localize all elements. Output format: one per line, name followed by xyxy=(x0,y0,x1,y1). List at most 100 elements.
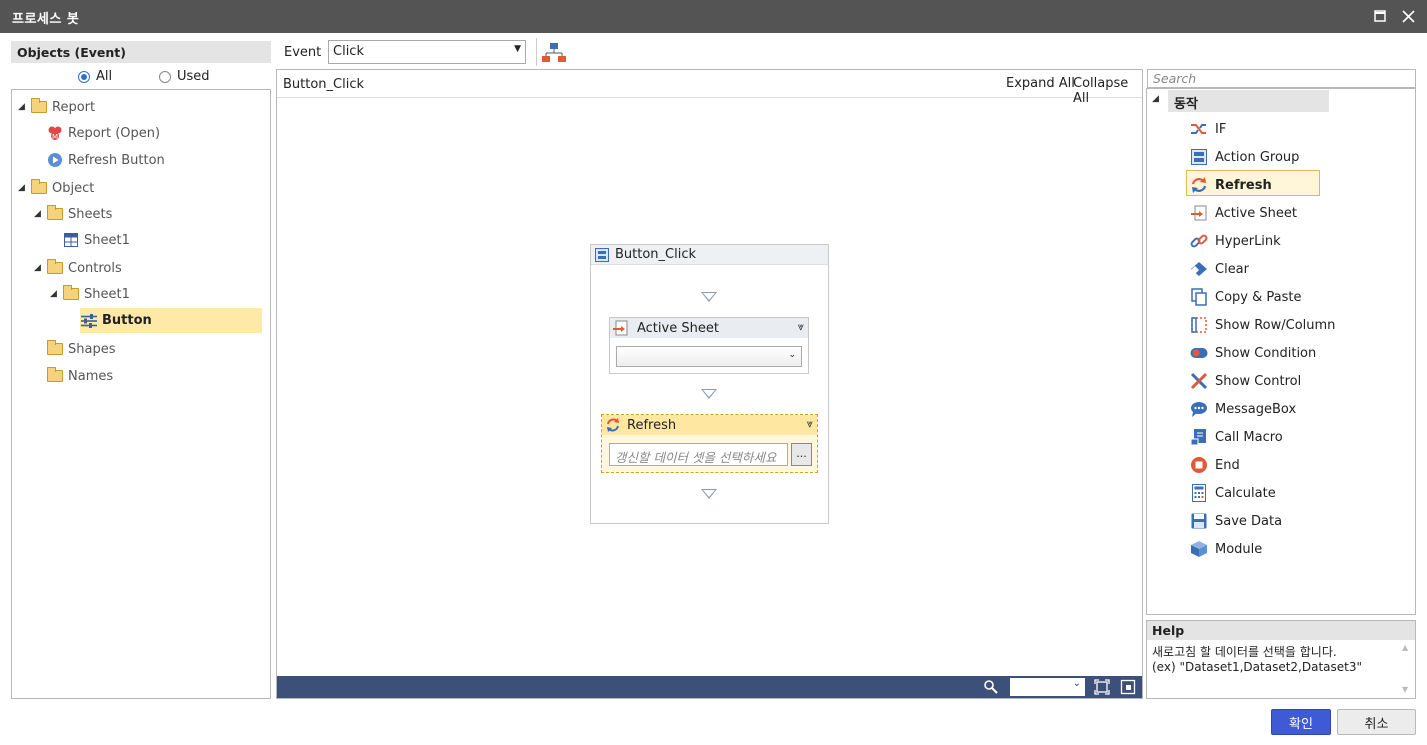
expand-all-link[interactable]: Expand All xyxy=(1006,76,1075,91)
active-sheet-select[interactable]: ⌄ xyxy=(616,346,802,367)
folder-icon xyxy=(46,340,64,357)
tree-item-report[interactable]: ◢ Report xyxy=(18,96,95,118)
tree-item-report-open[interactable]: M Report (Open) xyxy=(46,122,160,144)
radio-used[interactable]: Used xyxy=(159,69,210,84)
ok-button[interactable]: 확인 xyxy=(1271,709,1331,735)
action-calculate[interactable]: Calculate xyxy=(1189,481,1276,505)
link-icon xyxy=(1189,232,1209,250)
toolbar-divider xyxy=(536,38,537,66)
action-show-row-column[interactable]: Show Row/Column xyxy=(1189,313,1335,337)
svg-text:M: M xyxy=(52,133,58,141)
title-bar: 프로세스 봇 xyxy=(0,0,1427,33)
step-active-sheet-header: Active Sheet ⩔ xyxy=(610,318,808,338)
action-action-group[interactable]: Action Group xyxy=(1189,145,1299,169)
zoom-icon[interactable] xyxy=(983,679,999,698)
double-chevron-icon[interactable]: ⩔ xyxy=(798,320,804,334)
flowchart-icon[interactable] xyxy=(542,42,566,67)
action-save-data[interactable]: Save Data xyxy=(1189,509,1282,533)
close-icon[interactable] xyxy=(1398,6,1418,26)
tree-item-controls-sheet1[interactable]: ◢ Sheet1 xyxy=(50,283,130,305)
folder-icon xyxy=(46,205,64,222)
message-icon xyxy=(1189,400,1209,418)
active-sheet-icon xyxy=(613,320,629,336)
action-refresh[interactable]: Refresh xyxy=(1189,173,1272,197)
branch-icon xyxy=(1189,120,1209,138)
flow-arrow-icon xyxy=(701,389,717,399)
cancel-button[interactable]: 취소 xyxy=(1337,709,1416,735)
flow-container[interactable] xyxy=(590,244,829,524)
active-sheet-title: Active Sheet xyxy=(637,320,719,336)
canvas-header: Button_Click Expand All Collapse All xyxy=(277,70,1142,106)
event-select[interactable]: Click ▼ xyxy=(328,40,526,64)
radio-all-indicator[interactable] xyxy=(78,70,90,83)
action-hyperlink[interactable]: HyperLink xyxy=(1189,229,1281,253)
actual-size-icon[interactable] xyxy=(1120,679,1136,698)
action-if[interactable]: IF xyxy=(1189,117,1226,141)
action-active-sheet[interactable]: Active Sheet xyxy=(1189,201,1297,225)
flow-arrow-icon xyxy=(701,292,717,302)
tree-item-refresh-button[interactable]: Refresh Button xyxy=(46,149,165,171)
action-module[interactable]: Module xyxy=(1189,537,1262,561)
refresh-icon xyxy=(605,417,621,433)
calculator-icon xyxy=(1189,484,1209,502)
folder-icon xyxy=(62,285,80,302)
flow-header: Button_Click xyxy=(591,245,828,265)
canvas-statusbar: ⌄ xyxy=(277,676,1142,698)
row-column-icon xyxy=(1189,316,1209,334)
sheet-grid-icon xyxy=(62,232,80,248)
action-category[interactable]: 동작 xyxy=(1168,90,1329,112)
tree-item-sheet1[interactable]: Sheet1 xyxy=(62,229,130,251)
refresh-title: Refresh xyxy=(627,417,677,433)
collapse-arrow-icon[interactable]: ◢ xyxy=(34,209,46,219)
action-end[interactable]: End xyxy=(1189,453,1240,477)
radio-used-indicator[interactable] xyxy=(159,70,171,83)
folder-icon xyxy=(30,98,48,115)
action-show-control[interactable]: Show Control xyxy=(1189,369,1301,393)
action-clear[interactable]: Clear xyxy=(1189,257,1249,281)
action-call-macro[interactable]: Call Macro xyxy=(1189,425,1283,449)
chevron-down-icon: ⌄ xyxy=(1072,678,1081,689)
tree-item-shapes[interactable]: Shapes xyxy=(46,338,115,360)
browse-button[interactable]: ... xyxy=(791,443,812,466)
radio-all-label: All xyxy=(96,69,113,84)
collapse-arrow-icon[interactable]: ◢ xyxy=(50,289,62,299)
tree-item-sheets[interactable]: ◢ Sheets xyxy=(34,203,112,225)
chevron-down-icon: ⌄ xyxy=(788,350,796,360)
radio-used-label: Used xyxy=(177,69,210,84)
tree-item-controls[interactable]: ◢ Controls xyxy=(34,257,122,279)
collapse-all-link[interactable]: Collapse All xyxy=(1073,76,1142,106)
help-line-1: 새로고침 할 데이터를 선택을 합니다. xyxy=(1152,645,1337,659)
maximize-icon[interactable] xyxy=(1370,6,1390,26)
collapse-arrow-icon[interactable]: ◢ xyxy=(34,263,46,273)
collapse-arrow-icon[interactable]: ◢ xyxy=(18,183,30,193)
help-scrollbar[interactable]: ▲ ▼ xyxy=(1400,641,1414,698)
tree-item-object[interactable]: ◢ Object xyxy=(18,177,94,199)
step-refresh-header: Refresh ⩔ xyxy=(602,415,817,435)
zoom-select[interactable]: ⌄ xyxy=(1010,678,1085,696)
radio-all[interactable]: All xyxy=(78,69,112,84)
flow-arrow-icon xyxy=(701,489,717,499)
fit-screen-icon[interactable] xyxy=(1094,679,1110,698)
tree-item-button-selected[interactable]: Button xyxy=(80,308,262,333)
sliders-icon xyxy=(80,313,98,329)
folder-icon xyxy=(46,259,64,276)
action-copy-paste[interactable]: Copy & Paste xyxy=(1189,285,1301,309)
search-input[interactable]: Search xyxy=(1147,69,1416,88)
event-select-value: Click xyxy=(333,44,364,59)
stop-icon xyxy=(1189,456,1209,474)
tree-item-names[interactable]: Names xyxy=(46,365,113,387)
action-messagebox[interactable]: MessageBox xyxy=(1189,397,1296,421)
double-chevron-icon[interactable]: ⩔ xyxy=(807,417,813,431)
action-show-condition[interactable]: Show Condition xyxy=(1189,341,1316,365)
flow-title: Button_Click xyxy=(615,247,697,262)
folder-icon xyxy=(30,179,48,196)
tools-icon xyxy=(1189,372,1209,390)
action-group-icon xyxy=(595,247,609,262)
collapse-arrow-icon[interactable]: ◢ xyxy=(1152,94,1159,104)
collapse-arrow-icon[interactable]: ◢ xyxy=(18,102,30,112)
refresh-dataset-input[interactable]: 갱신할 데이터 셋을 선택하세요 xyxy=(609,443,788,466)
macro-icon xyxy=(1189,428,1209,446)
copy-icon xyxy=(1189,288,1209,306)
event-label: Event xyxy=(284,45,322,60)
objects-header: Objects (Event) xyxy=(11,41,271,63)
